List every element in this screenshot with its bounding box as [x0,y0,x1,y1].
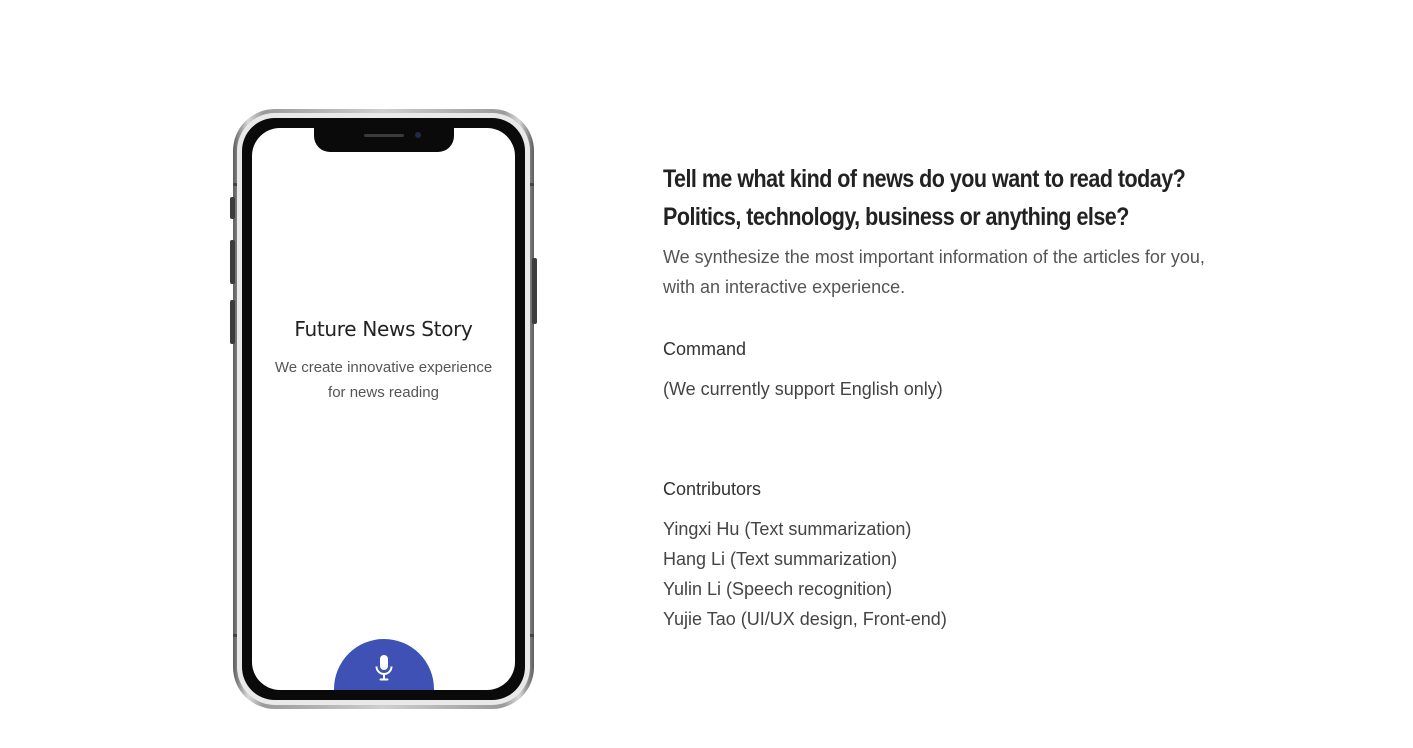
screen-title: Future News Story [294,317,473,341]
phone-mute-switch [230,197,235,219]
phone-volume-up-button [230,240,235,284]
page: Future News Story We create innovative e… [0,0,1413,748]
description: We synthesize the most important informa… [663,242,1303,302]
contributors-title: Contributors [663,479,762,499]
contributor-item: Yulin Li (Speech recognition) [663,579,893,599]
headline-line-1: Tell me what kind of news do you want to… [663,165,1186,193]
command-title: Command [663,339,747,359]
contributor-item: Yingxi Hu (Text summarization) [663,519,912,539]
microphone-icon [375,655,393,681]
description-line-1: We synthesize the most important informa… [663,247,1205,267]
phone-power-button [532,258,537,324]
contributor-item: Yujie Tao (UI/UX design, Front-end) [663,609,947,629]
phone-mockup: Future News Story We create innovative e… [230,109,537,709]
phone-volume-down-button [230,300,235,344]
info-panel: Tell me what kind of news do you want to… [663,160,1303,634]
headline: Tell me what kind of news do you want to… [663,160,1282,236]
command-text: (We currently support English only) [663,379,943,399]
phone-camera [415,132,421,138]
phone-notch [314,126,454,152]
microphone-button[interactable] [334,639,434,690]
screen-subtitle: We create innovative experience for news… [274,359,493,401]
phone-speaker [364,134,404,137]
headline-line-2: Politics, technology, business or anythi… [663,203,1129,231]
phone-screen: Future News Story We create innovative e… [252,128,515,690]
contributors-list: Yingxi Hu (Text summarization) Hang Li (… [663,514,1303,634]
contributor-item: Hang Li (Text summarization) [663,549,898,569]
description-line-2: with an interactive experience. [663,277,906,297]
